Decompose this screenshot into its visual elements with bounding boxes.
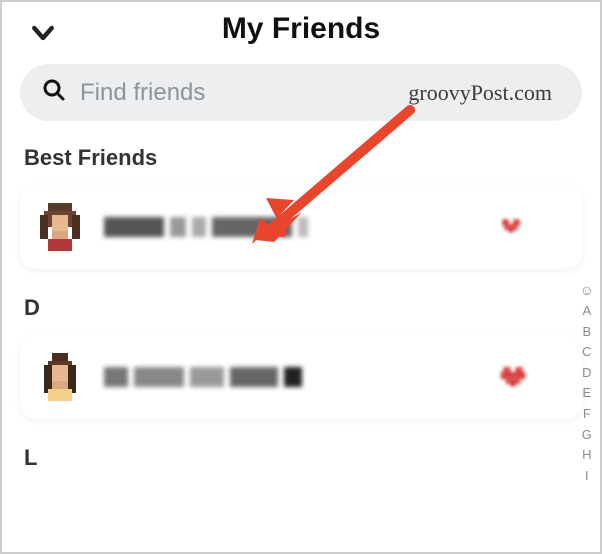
smiley-icon[interactable]: ☺ <box>580 282 594 298</box>
alphabet-index-rail[interactable]: ☺ A B C D E F G H I <box>580 282 594 483</box>
avatar <box>40 203 80 251</box>
friend-row[interactable] <box>20 335 582 419</box>
search-input[interactable]: Find friends groovyPost.com <box>20 64 582 121</box>
watermark-text: groovyPost.com <box>408 80 552 106</box>
index-letter[interactable]: H <box>582 447 591 463</box>
section-label-l: L <box>24 445 582 471</box>
index-letter[interactable]: A <box>583 303 592 319</box>
page-title: My Friends <box>20 12 582 46</box>
search-placeholder: Find friends <box>80 79 205 107</box>
index-letter[interactable]: D <box>582 365 591 381</box>
friend-row[interactable] <box>20 185 582 269</box>
index-letter[interactable]: C <box>582 344 591 360</box>
header: My Friends <box>20 12 582 46</box>
heart-icon <box>500 367 522 387</box>
index-letter[interactable]: E <box>583 385 592 401</box>
heart-icon <box>500 217 522 237</box>
index-letter[interactable]: G <box>582 427 592 443</box>
index-letter[interactable]: I <box>585 468 589 484</box>
index-letter[interactable]: B <box>583 324 592 340</box>
section-label-best-friends: Best Friends <box>24 145 582 171</box>
search-icon <box>42 78 66 107</box>
friend-name-blurred <box>104 217 500 237</box>
avatar <box>40 353 80 401</box>
index-letter[interactable]: F <box>583 406 591 422</box>
section-label-d: D <box>24 295 582 321</box>
friend-name-blurred <box>104 367 500 387</box>
back-chevron-icon[interactable] <box>28 18 58 53</box>
